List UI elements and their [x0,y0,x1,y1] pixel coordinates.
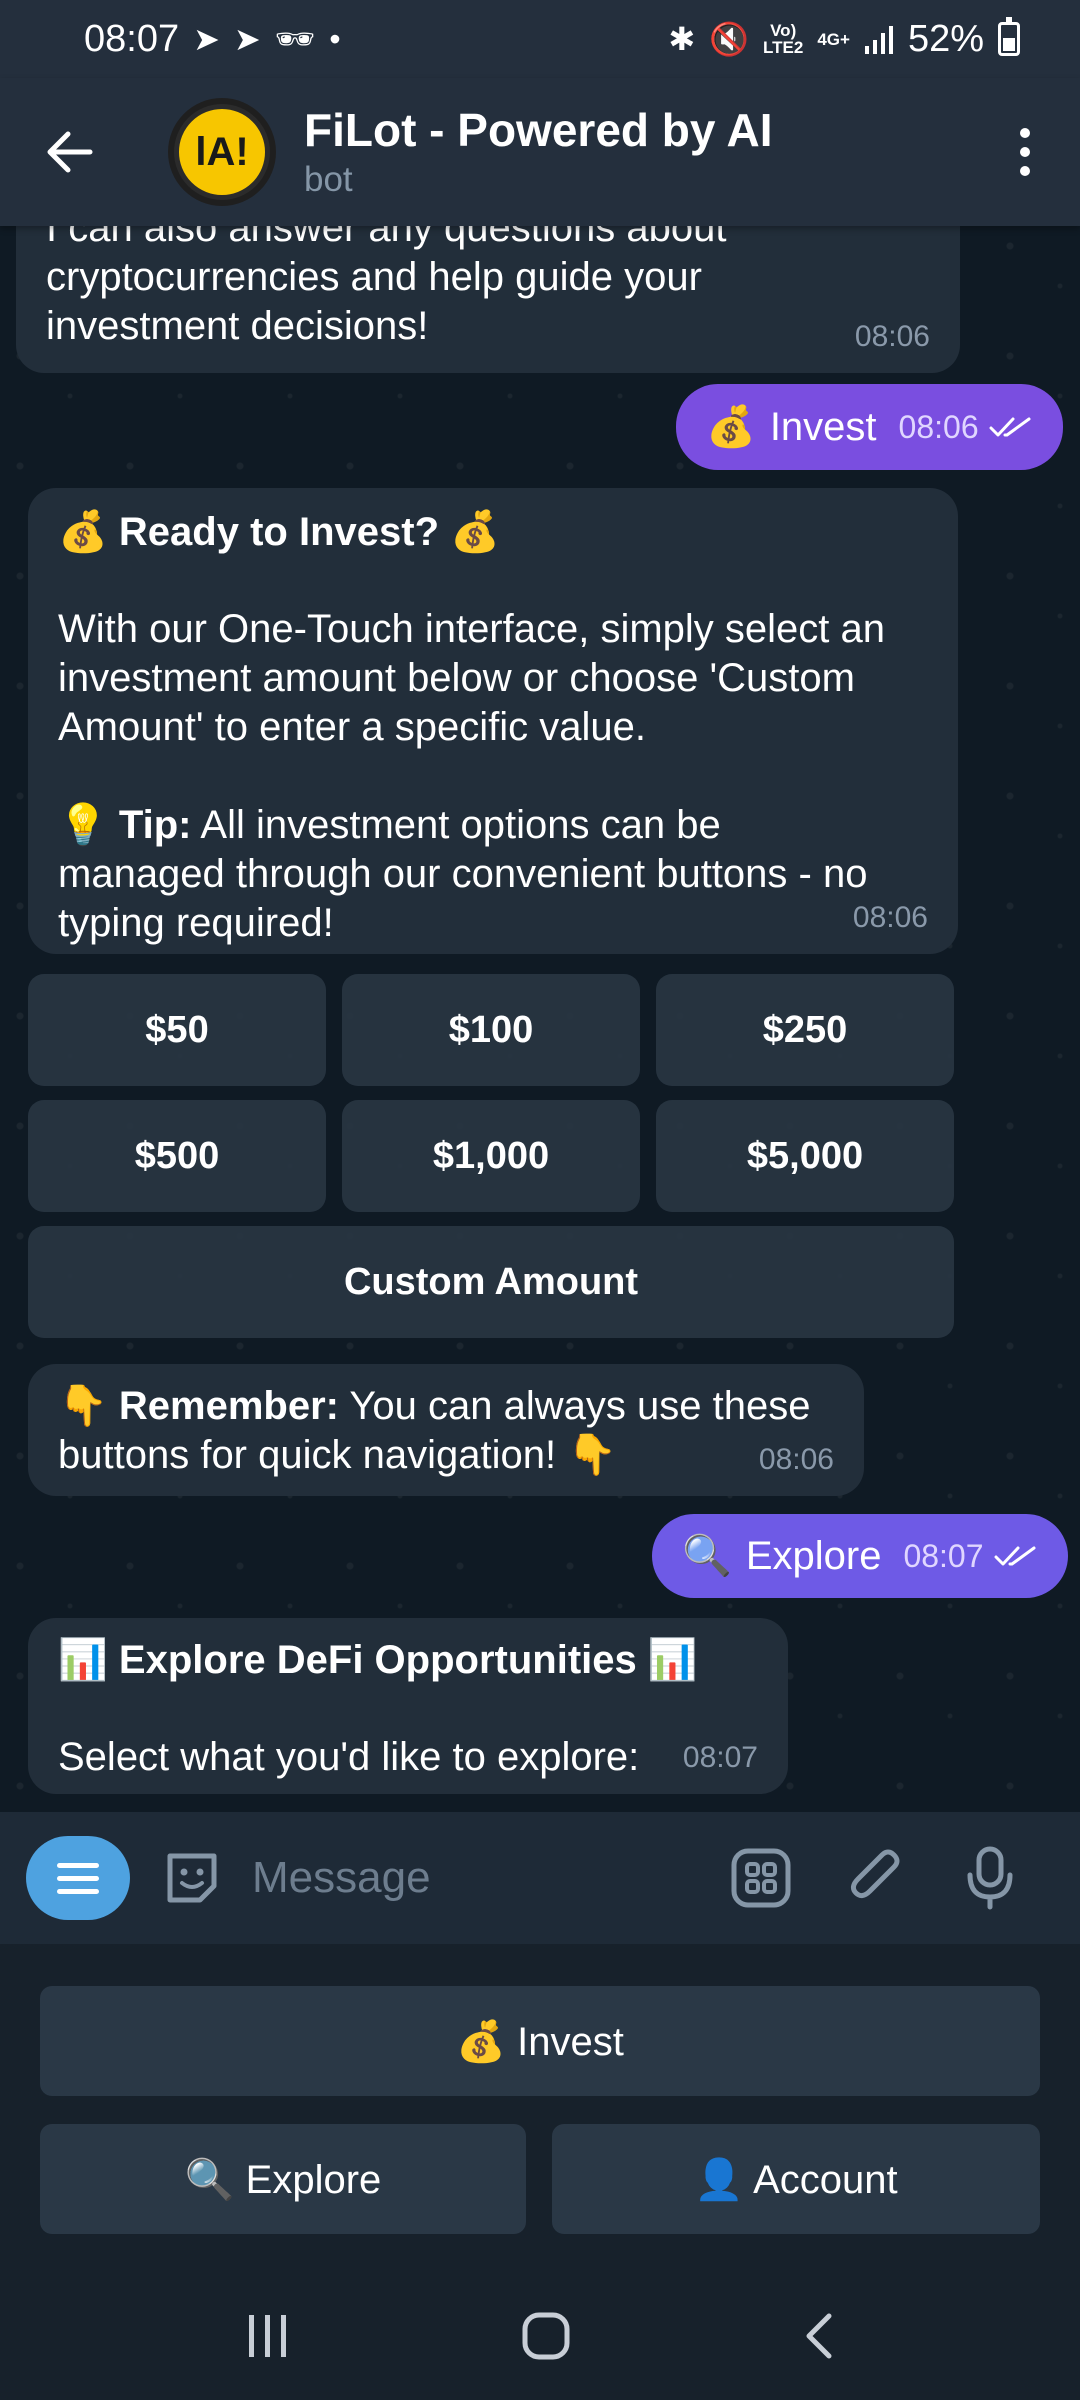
incognito-icon: 🕶 [274,21,316,57]
recent-apps-icon[interactable] [245,2313,291,2359]
remember-label: Remember: [118,1384,339,1428]
double-check-read-icon [994,1546,1036,1566]
tip-label: Tip: [118,803,192,847]
message-text: Explore [745,1533,882,1578]
chat-title-block[interactable]: FiLot - Powered by AI bot [304,102,773,202]
keyboard-account-button[interactable]: 👤 Account [552,2124,1040,2234]
money-bag-icon: 💰 [706,404,756,449]
message-time: 08:06 [854,320,930,353]
outgoing-message: 🔍 Explore 08:07 [652,1514,1068,1598]
message-input-bar [0,1812,1080,1944]
lightbulb-icon: 💡 [58,803,119,847]
message-time-status: 08:06 [899,403,1033,452]
keyboard-invest-button[interactable]: 💰 Invest [40,1986,1040,2096]
incoming-message: I can also answer any questions about cr… [16,226,960,373]
message-body: Select what you'd like to explore: [58,1735,640,1779]
message-text: 👇 Remember: You can always use these but… [58,1384,811,1477]
chat-title: FiLot - Powered by AI [304,104,773,156]
battery-percent: 52% [907,17,984,60]
amount-button-500[interactable]: $500 [28,1100,326,1212]
message-text: Invest [769,404,877,449]
attach-paperclip-icon[interactable] [848,1847,908,1909]
reply-keyboard: 💰 Invest 🔍 Explore 👤 Account [0,1944,1080,2272]
bot-avatar[interactable]: lA! [168,98,276,206]
message-body: With our One-Touch interface, simply sel… [58,607,886,749]
message-text: I can also answer any questions about cr… [46,226,727,348]
message-title: 💰 Ready to Invest? 💰 [58,510,500,554]
avatar-logo: lA! [174,104,270,200]
chat-messages-area[interactable]: I can also answer any questions about cr… [0,226,1080,1812]
message-time-status: 08:07 [903,1532,1037,1581]
more-notifications-dot-icon: • [329,21,341,57]
double-check-read-icon [989,417,1031,437]
battery-icon [998,17,1020,56]
amount-button-100[interactable]: $100 [342,974,640,1086]
system-navigation-bar [0,2272,1080,2400]
status-time: 08:07 [84,17,180,60]
message-time: 08:07 [682,1741,758,1774]
message-time: 08:06 [758,1443,834,1476]
telegram-notification-icon: ➤ [233,21,261,57]
back-nav-icon[interactable] [801,2312,835,2360]
microphone-icon[interactable] [964,1845,1016,1911]
mute-icon: 🔇 [709,21,750,57]
volte-indicator: Vo) LTE2 [763,21,804,57]
bot-menu-button[interactable] [26,1836,130,1920]
message-input[interactable] [252,1853,692,1903]
incoming-message: 👇 Remember: You can always use these but… [28,1364,864,1496]
menu-line-icon [57,1875,99,1881]
telegram-notification-icon: ➤ [193,21,220,57]
more-options-button[interactable] [970,78,1080,226]
amount-button-50[interactable]: $50 [28,974,326,1086]
back-arrow-icon [47,131,93,173]
kebab-dot-icon [1020,147,1030,157]
tip-text: 💡 Tip: All investment options can be man… [58,803,868,945]
amount-button-1000[interactable]: $1,000 [342,1100,640,1212]
menu-line-icon [57,1888,99,1894]
back-button[interactable] [0,78,140,226]
amount-button-5000[interactable]: $5,000 [656,1100,954,1212]
signal-strength-icon [864,26,893,54]
status-bar: 08:07 ➤ ➤ 🕶 • ✱ 🔇 Vo) LTE2 4G+ 52% [0,0,1080,78]
menu-line-icon [57,1862,99,1868]
bot-commands-icon[interactable] [730,1847,792,1909]
sticker-emoji-icon[interactable] [160,1846,224,1910]
incoming-message: 💰 Ready to Invest? 💰 With our One-Touch … [28,488,958,954]
magnifier-icon: 🔍 [682,1533,732,1578]
outgoing-message: 💰 Invest 08:06 [676,384,1063,470]
custom-amount-button[interactable]: Custom Amount [28,1226,954,1338]
chat-header: lA! FiLot - Powered by AI bot [0,78,1080,226]
home-icon[interactable] [521,2311,571,2361]
message-title: 📊 Explore DeFi Opportunities 📊 [58,1638,698,1682]
incoming-message: 📊 Explore DeFi Opportunities 📊 Select wh… [28,1618,788,1794]
bluetooth-icon: ✱ [668,21,696,57]
kebab-dot-icon [1020,128,1030,138]
message-time: 08:06 [852,901,928,934]
chat-subtitle: bot [304,160,353,199]
keyboard-explore-button[interactable]: 🔍 Explore [40,2124,526,2234]
amount-button-250[interactable]: $250 [656,974,954,1086]
network-type-indicator: 4G+ [817,29,850,49]
kebab-dot-icon [1020,166,1030,176]
pointing-down-icon: 👇 [58,1384,119,1428]
